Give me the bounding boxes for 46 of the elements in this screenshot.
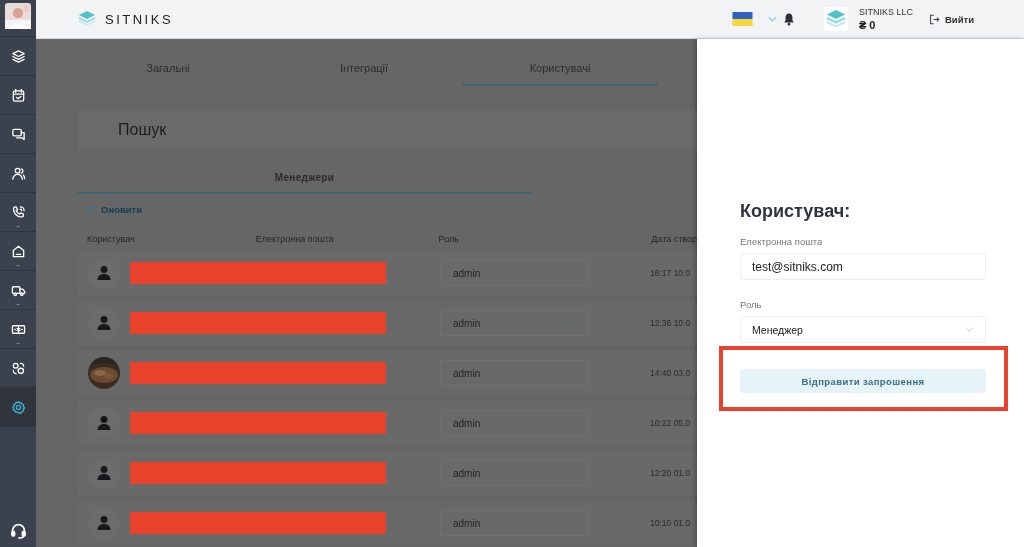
- role-select[interactable]: admin: [440, 260, 588, 286]
- balance: ₴ 0: [858, 19, 877, 31]
- table-cell: 12:36 10.0: [650, 318, 691, 328]
- table-cell: 10:22 05.0: [650, 418, 691, 428]
- flag-icon[interactable]: [731, 12, 753, 26]
- phone-icon: [10, 204, 26, 220]
- bell-icon[interactable]: [782, 12, 795, 26]
- role-select[interactable]: Менеджер: [740, 316, 986, 343]
- chat-icon: [10, 126, 26, 142]
- logout-link[interactable]: Вийти: [928, 13, 974, 25]
- column-header: Користувач: [87, 234, 136, 244]
- layers-icon: [10, 48, 26, 64]
- role-select[interactable]: admin: [440, 360, 588, 386]
- brand-name: SITNIKS: [105, 11, 174, 27]
- role-select[interactable]: admin: [440, 460, 588, 486]
- column-header: Дата створ: [651, 234, 697, 244]
- field-label: Електронна пошта: [740, 236, 824, 247]
- settings-icon: [10, 399, 26, 415]
- tab[interactable]: Загальні: [70, 61, 266, 86]
- refresh-link[interactable]: Оновити: [86, 204, 697, 215]
- table-cell: 16:17 10.0: [650, 268, 691, 278]
- role-select[interactable]: admin: [440, 410, 588, 436]
- calendar-icon: [10, 87, 26, 103]
- invite-button[interactable]: Відправити запрошення: [740, 369, 986, 393]
- column-header: Роль: [438, 234, 460, 244]
- panel-title: Користувач:: [740, 201, 852, 222]
- field-label: Роль: [740, 299, 763, 310]
- home-icon: [10, 243, 26, 259]
- role-select[interactable]: admin: [440, 510, 588, 536]
- company-logo-icon: [823, 7, 848, 31]
- sync-icon: [10, 360, 26, 376]
- search-field[interactable]: Пошук: [78, 110, 697, 150]
- tab[interactable]: Користувачі: [462, 61, 658, 86]
- company-name: SITNIKS LLC: [858, 7, 913, 17]
- tab[interactable]: Інтеграції: [266, 61, 462, 86]
- email-field[interactable]: test@sitniks.com: [740, 253, 986, 280]
- chevron-down-icon: [965, 327, 974, 332]
- headset-icon[interactable]: [9, 522, 27, 539]
- logout-icon: [928, 13, 940, 25]
- logo-icon: [77, 9, 97, 29]
- refresh-icon: [86, 205, 95, 214]
- users-icon: [10, 165, 26, 181]
- tab[interactable]: Менеджери: [78, 172, 531, 194]
- table-cell: 10:10 01.0: [650, 518, 691, 528]
- role-select[interactable]: admin: [440, 310, 588, 336]
- table-cell: 12:20 01.0: [650, 468, 691, 478]
